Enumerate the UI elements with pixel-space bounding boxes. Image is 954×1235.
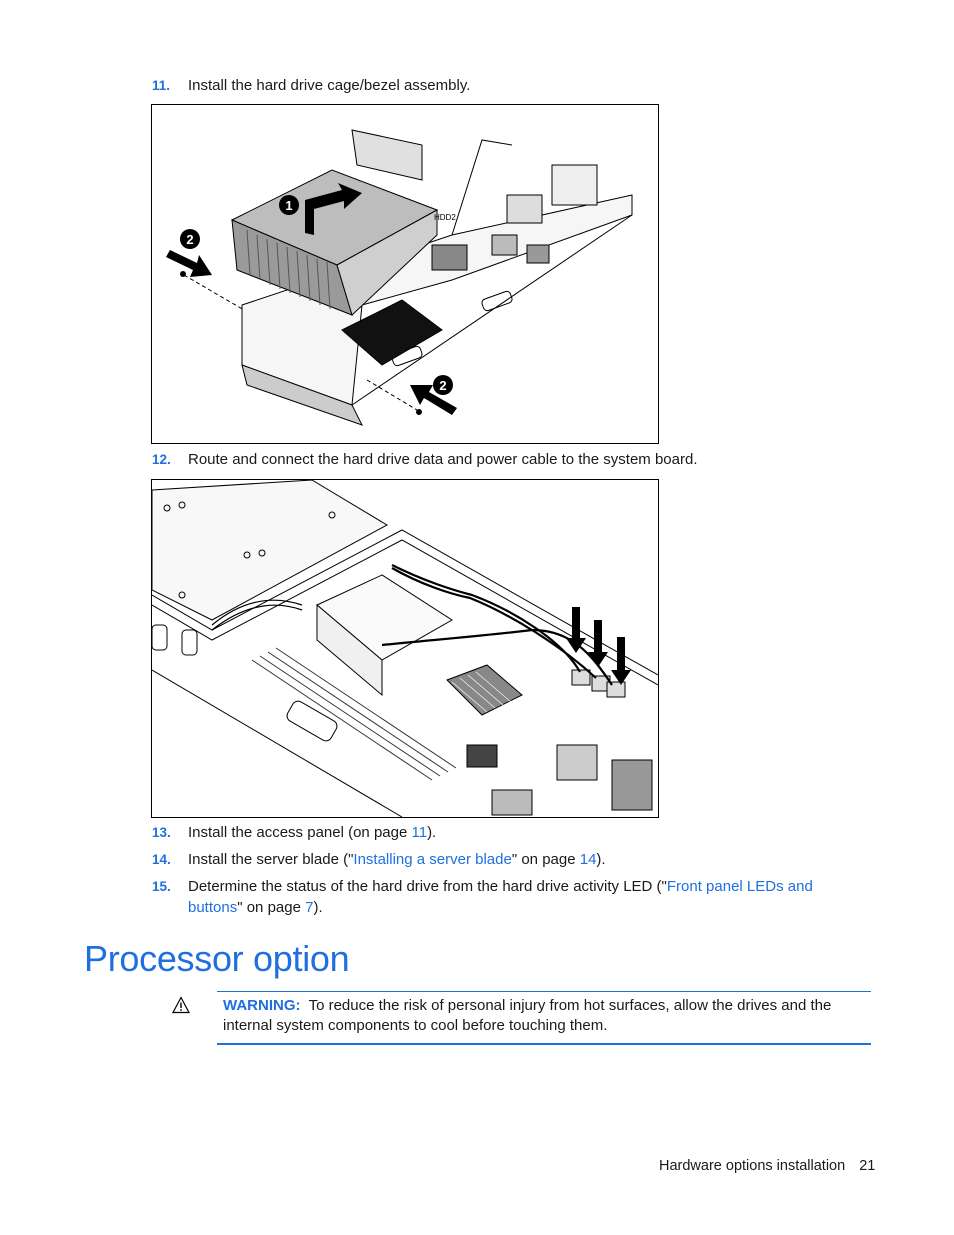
step-text: Determine the status of the hard drive f… bbox=[188, 878, 667, 895]
step-number: 11. bbox=[152, 78, 171, 93]
svg-text:2: 2 bbox=[186, 232, 193, 247]
arrow-screw-left-icon bbox=[166, 250, 212, 277]
step-text: ). bbox=[596, 851, 606, 868]
warning-line-2: internal system components to cool befor… bbox=[223, 1017, 608, 1034]
warning-triangle-icon bbox=[172, 996, 190, 1014]
arrow-down-icon bbox=[588, 620, 608, 667]
link-front-panel-leds[interactable]: Front panel LEDs and bbox=[667, 878, 813, 895]
arrow-down-icon bbox=[566, 607, 586, 653]
page-link-14[interactable]: 14 bbox=[580, 851, 597, 868]
page-link-11[interactable]: 11 bbox=[411, 824, 427, 841]
svg-text:2: 2 bbox=[439, 378, 446, 393]
step-number: 15. bbox=[152, 879, 171, 894]
link-installing-server-blade[interactable]: Installing a server blade bbox=[353, 851, 511, 868]
illustration-drive-cage: 1 2 2 HDD2 bbox=[166, 129, 633, 426]
warning-text: WARNING: To reduce the risk of personal … bbox=[223, 996, 863, 1036]
page-footer: Hardware options installation 21 bbox=[659, 1158, 875, 1174]
svg-text:1: 1 bbox=[285, 198, 292, 213]
link-front-panel-leds-cont[interactable]: buttons bbox=[188, 899, 237, 916]
step-text: Install the server blade (" bbox=[188, 851, 354, 868]
footer-chapter: Hardware options installation bbox=[659, 1158, 846, 1174]
callout-1: 1 bbox=[279, 195, 299, 215]
page-number: 21 bbox=[859, 1158, 876, 1174]
section-title: Processor option bbox=[84, 938, 350, 979]
hdd-label: HDD2 bbox=[434, 213, 456, 222]
screw-icon bbox=[180, 271, 186, 277]
step-text: Install the hard drive cage/bezel assemb… bbox=[188, 77, 471, 94]
step-text: Install the access panel (on page bbox=[188, 824, 412, 841]
step-text: Route and connect the hard drive data an… bbox=[188, 451, 698, 468]
callout-2-right: 2 bbox=[433, 375, 453, 395]
step-text: " on page bbox=[511, 851, 580, 868]
step-number: 12. bbox=[152, 452, 171, 467]
arrow-down-icon bbox=[611, 637, 631, 685]
step-text: " on page bbox=[237, 899, 306, 916]
step-text: ). bbox=[313, 899, 323, 916]
figure-drive-cage-install: 1 2 2 HDD2 bbox=[151, 104, 659, 444]
screw-icon bbox=[416, 409, 422, 415]
callout-2-left: 2 bbox=[180, 229, 200, 249]
figure-cable-routing bbox=[151, 479, 659, 818]
warning-line-1: To reduce the risk of personal injury fr… bbox=[308, 997, 832, 1014]
step-text: ). bbox=[427, 824, 437, 841]
illustration-cable-routing bbox=[152, 480, 658, 817]
warning-label: WARNING: bbox=[223, 997, 301, 1014]
step-number: 13. bbox=[152, 825, 171, 840]
step-number: 14. bbox=[152, 852, 171, 867]
